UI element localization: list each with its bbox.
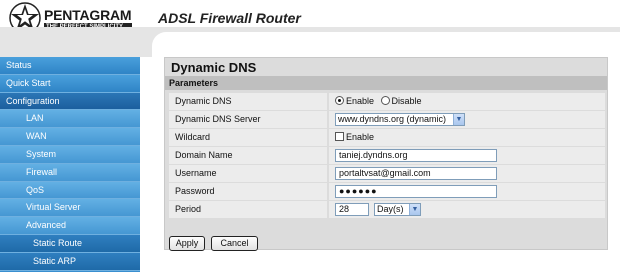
- sidebar-item-system[interactable]: System: [0, 145, 140, 164]
- chevron-down-icon: ▼: [409, 204, 420, 215]
- field-label-dynamic-dns: Dynamic DNS: [169, 93, 327, 110]
- sidebar-item-static-route[interactable]: Static Route: [0, 234, 140, 253]
- dynamic-dns-server-select[interactable]: www.dyndns.org (dynamic) ▼: [335, 113, 465, 126]
- dynamic-dns-enable-label: Enable: [346, 96, 375, 106]
- dynamic-dns-panel: Dynamic DNS Parameters Dynamic DNS Enabl…: [164, 57, 608, 251]
- dynamic-dns-server-cell: www.dyndns.org (dynamic) ▼: [329, 111, 605, 128]
- section-header-parameters: Parameters: [165, 76, 607, 90]
- username-input[interactable]: portaltvsat@gmail.com: [335, 167, 497, 180]
- dynamic-dns-enable-radio[interactable]: [335, 96, 344, 105]
- wildcard-enable-label: Enable: [346, 132, 375, 142]
- field-label-domain-name: Domain Name: [169, 147, 327, 164]
- page-title: Dynamic DNS: [171, 60, 257, 75]
- field-label-password: Password: [169, 183, 327, 200]
- field-label-wildcard: Wildcard: [169, 129, 327, 146]
- row-password: Password ●●●●●●: [169, 183, 605, 200]
- sidebar-item-static-arp[interactable]: Static ARP: [0, 252, 140, 271]
- sidebar-item-configuration[interactable]: Configuration: [0, 92, 140, 111]
- period-cell: 28 Day(s) ▼: [329, 201, 605, 218]
- dynamic-dns-server-value: www.dyndns.org (dynamic): [338, 114, 447, 124]
- row-username: Username portaltvsat@gmail.com: [169, 165, 605, 182]
- row-wildcard: Wildcard Enable: [169, 129, 605, 146]
- period-input[interactable]: 28: [335, 203, 369, 216]
- row-dynamic-dns-server: Dynamic DNS Server www.dyndns.org (dynam…: [169, 111, 605, 128]
- sidebar-item-lan[interactable]: LAN: [0, 110, 140, 129]
- field-label-period: Period: [169, 201, 327, 218]
- sidebar-item-status[interactable]: Status: [0, 57, 140, 75]
- domain-name-input[interactable]: taniej.dyndns.org: [335, 149, 497, 162]
- period-unit-select[interactable]: Day(s) ▼: [374, 203, 421, 216]
- sidebar-item-firewall[interactable]: Firewall: [0, 163, 140, 182]
- period-unit-value: Day(s): [377, 204, 404, 214]
- sidebar: Status Quick Start Configuration LAN WAN…: [0, 57, 140, 272]
- password-input[interactable]: ●●●●●●: [335, 185, 497, 198]
- sidebar-item-quick-start[interactable]: Quick Start: [0, 74, 140, 93]
- row-period: Period 28 Day(s) ▼: [169, 201, 605, 218]
- sidebar-item-virtual-server[interactable]: Virtual Server: [0, 199, 140, 218]
- domain-name-cell: taniej.dyndns.org: [329, 147, 605, 164]
- field-label-dynamic-dns-server: Dynamic DNS Server: [169, 111, 327, 128]
- wildcard-cell: Enable: [329, 129, 605, 146]
- sidebar-item-wan[interactable]: WAN: [0, 128, 140, 146]
- dynamic-dns-disable-label: Disable: [391, 96, 422, 106]
- apply-button[interactable]: Apply: [169, 236, 205, 251]
- sidebar-item-advanced[interactable]: Advanced: [0, 217, 140, 235]
- username-cell: portaltvsat@gmail.com: [329, 165, 605, 182]
- field-label-username: Username: [169, 165, 327, 182]
- cancel-button[interactable]: Cancel: [211, 236, 258, 251]
- router-admin-page: PENTAGRAM THE PERFECT SIMPLICITY ADSL Fi…: [0, 0, 620, 272]
- dynamic-dns-radio-group: Enable Disable: [329, 93, 605, 110]
- row-dynamic-dns: Dynamic DNS Enable Disable: [169, 93, 605, 110]
- dynamic-dns-disable-radio[interactable]: [380, 96, 390, 105]
- product-title: ADSL Firewall Router: [158, 10, 301, 26]
- password-cell: ●●●●●●: [329, 183, 605, 200]
- brand-name: PENTAGRAM: [44, 7, 132, 23]
- chevron-down-icon: ▼: [453, 114, 464, 125]
- row-domain-name: Domain Name taniej.dyndns.org: [169, 147, 605, 164]
- wildcard-enable-checkbox[interactable]: [335, 132, 344, 141]
- sidebar-item-qos[interactable]: QoS: [0, 181, 140, 200]
